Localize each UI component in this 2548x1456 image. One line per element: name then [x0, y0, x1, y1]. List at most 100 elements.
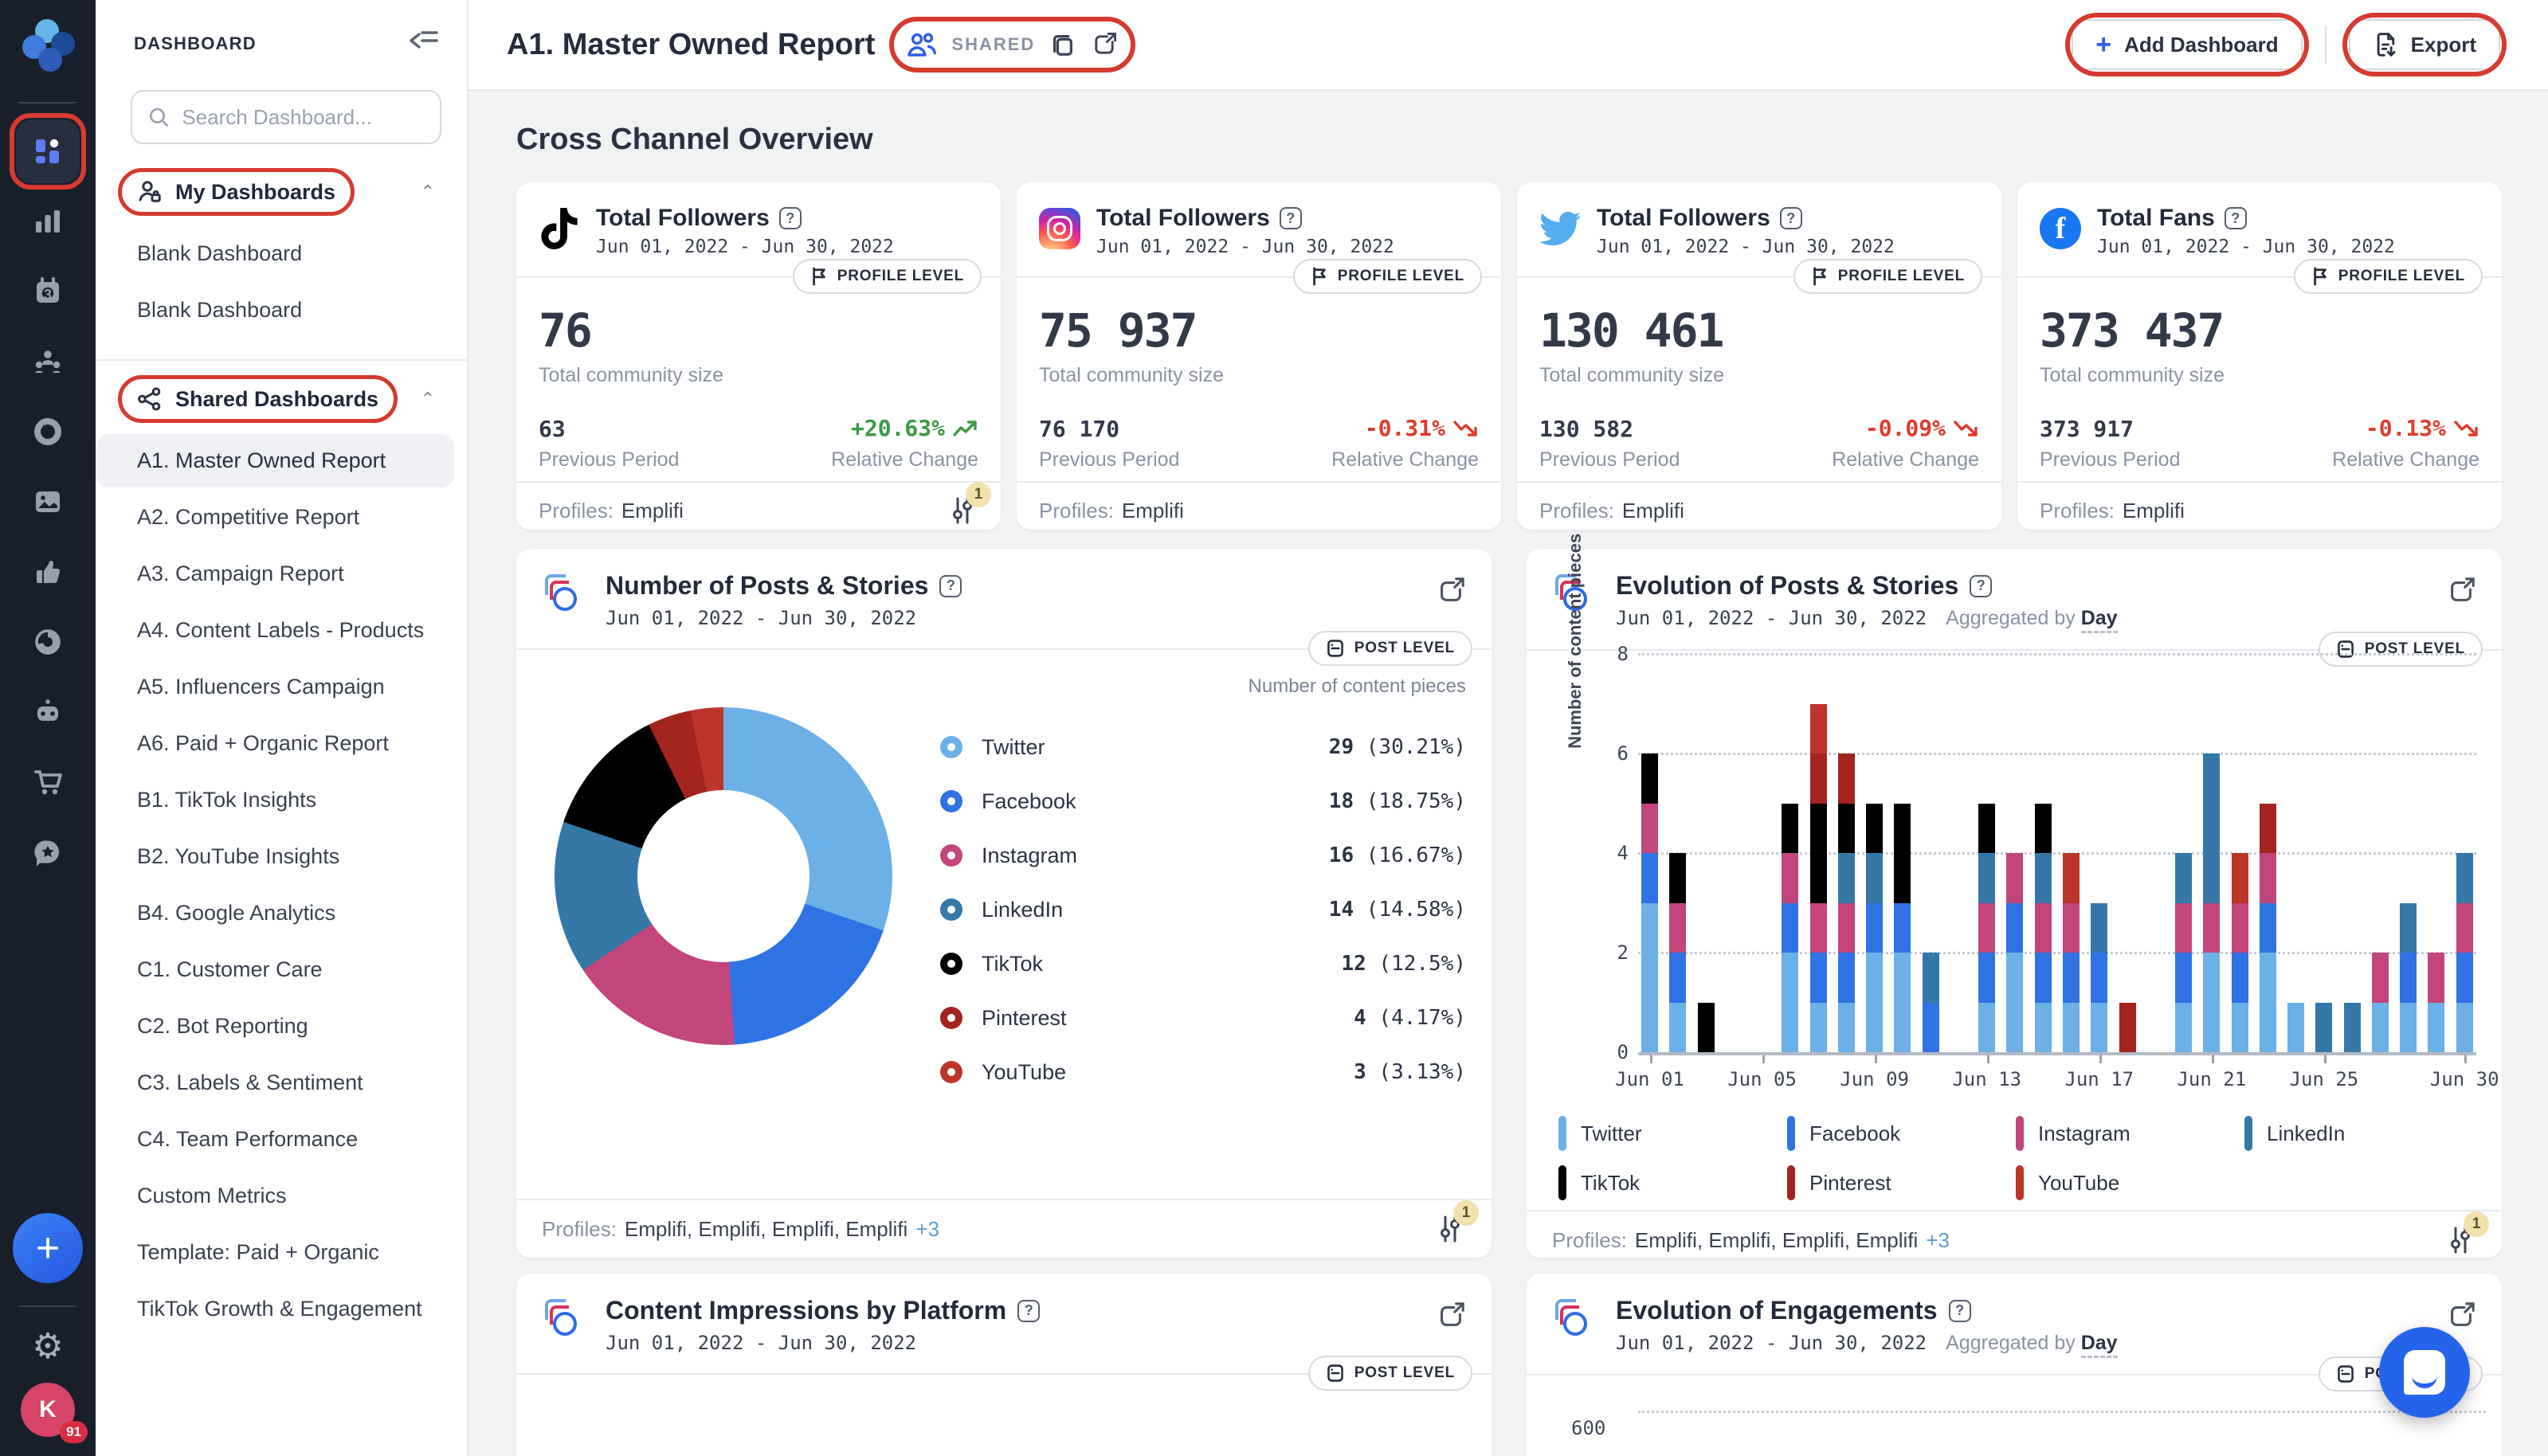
sidebar-item[interactable]: Blank Dashboard [96, 284, 454, 337]
sidebar-item[interactable]: C2. Bot Reporting [96, 1000, 454, 1053]
open-in-new-icon[interactable] [1091, 31, 1118, 58]
add-fab-button[interactable]: + [13, 1213, 83, 1283]
posts-widget-icon [542, 571, 590, 619]
filter-count-badge: 1 [966, 482, 991, 507]
sidebar-item[interactable]: B4. Google Analytics [96, 887, 454, 940]
rail-item-care[interactable] [16, 610, 80, 674]
bar-legend-item-facebook[interactable]: Facebook [1787, 1116, 2016, 1151]
x-tick-label: Jun 30 [2429, 1068, 2499, 1090]
rail-item-listen[interactable] [16, 540, 80, 604]
sidebar-item[interactable]: Template: Paid + Organic [96, 1226, 454, 1279]
bar-legend-item-linkedin[interactable]: LinkedIn [2244, 1116, 2473, 1151]
sidebar-item[interactable]: TikTok Growth & Engagement [96, 1282, 454, 1336]
rail-item-commerce[interactable] [16, 750, 80, 814]
filter-sliders-icon[interactable]: 1 [947, 482, 991, 526]
help-icon[interactable]: ? [939, 574, 962, 597]
settings-gear-icon[interactable]: ⚙ [32, 1326, 63, 1367]
sidebar-item[interactable]: Blank Dashboard [96, 227, 454, 280]
profiles-more-link[interactable]: +3 [1926, 1228, 1950, 1253]
expand-icon[interactable] [2446, 1301, 2476, 1337]
kpi-change: -0.13% Relative Change [2332, 415, 2479, 471]
expand-icon[interactable] [2446, 576, 2476, 613]
rail-item-bot[interactable] [16, 680, 80, 744]
filter-sliders-icon[interactable]: 1 [2444, 1211, 2489, 1256]
kpi-card-facebook: f Total Fans? Jun 01, 2022 - Jun 30, 202… [2017, 182, 2502, 530]
sidebar-item[interactable]: A5. Influencers Campaign [96, 660, 454, 714]
rail-item-advocacy[interactable] [16, 820, 80, 884]
sidebar-item[interactable]: C1. Customer Care [96, 943, 454, 996]
help-icon[interactable]: ? [1970, 574, 1993, 597]
donut-legend-row[interactable]: Facebook 18 (18.75%) [940, 774, 1466, 828]
donut-legend-row[interactable]: Twitter 29 (30.21%) [940, 720, 1466, 774]
kpi-change-label: Relative Change [2332, 448, 2479, 471]
donut-legend-row[interactable]: TikTok 12 (12.5%) [940, 937, 1466, 991]
legend-label: TikTok [1581, 1170, 1641, 1195]
robot-icon [37, 699, 58, 721]
charts-row: Number of Posts & Stories? Jun 01, 2022 … [516, 534, 2502, 1258]
sidebar-item[interactable]: A2. Competitive Report [96, 491, 454, 544]
rail-item-dashboards[interactable] [10, 113, 86, 190]
add-dashboard-button[interactable]: + Add Dashboard [2065, 13, 2309, 76]
stacked-bar-jun-18 [2119, 1002, 2136, 1052]
shared-dashboards-section[interactable]: Shared Dashboards [118, 375, 398, 423]
help-icon[interactable]: ? [1779, 207, 1802, 229]
cart-icon [34, 770, 62, 795]
emplifi-logo[interactable] [21, 19, 75, 73]
legend-column-header: Number of content pieces [1248, 675, 1466, 697]
profile-level-badge: PROFILE LEVEL [1793, 259, 1982, 294]
aggregated-by-day[interactable]: Day [2080, 1332, 2118, 1358]
help-icon[interactable]: ? [1017, 1299, 1041, 1322]
bar-legend-item-instagram[interactable]: Instagram [2016, 1116, 2244, 1151]
expand-icon[interactable] [1436, 1301, 1466, 1337]
sidebar-item[interactable]: A3. Campaign Report [96, 547, 454, 601]
sidebar-item[interactable]: Custom Metrics [96, 1169, 454, 1223]
expand-icon[interactable] [1436, 576, 1466, 613]
bar-legend-item-tiktok[interactable]: TikTok [1558, 1165, 1787, 1200]
donut-legend-row[interactable]: YouTube 3 (3.13%) [940, 1045, 1466, 1099]
profiles-more-link[interactable]: +3 [915, 1217, 939, 1242]
help-icon[interactable]: ? [778, 207, 802, 229]
donut-legend-row[interactable]: Pinterest 4 (4.17%) [940, 991, 1466, 1045]
bar-legend-item-twitter[interactable]: Twitter [1558, 1116, 1787, 1151]
rail-item-engage[interactable] [16, 400, 80, 464]
help-icon[interactable]: ? [1279, 207, 1302, 229]
bar-legend-item-youtube[interactable]: YouTube [2016, 1165, 2244, 1200]
sidebar-item[interactable]: A1. Master Owned Report [96, 434, 454, 487]
copy-icon[interactable] [1049, 31, 1076, 58]
my-dashboards-section[interactable]: My Dashboards [118, 168, 355, 216]
profile-level-badge: PROFILE LEVEL [1292, 259, 1482, 294]
sidebar-item[interactable]: A6. Paid + Organic Report [96, 717, 454, 770]
kpi-value-label: Total community size [2040, 364, 2225, 386]
sidebar-item[interactable]: A4. Content Labels - Products [96, 604, 454, 657]
chevron-up-icon[interactable]: ⌃ [421, 182, 435, 202]
rail-item-community[interactable] [16, 330, 80, 393]
rail-item-publisher[interactable]: 3 [16, 260, 80, 323]
sidebar-item[interactable]: C4. Team Performance [96, 1113, 454, 1166]
export-button[interactable]: Export [2342, 13, 2507, 76]
legend-label: Facebook [982, 789, 1076, 813]
legend-label: TikTok [982, 951, 1044, 976]
donut-legend-row[interactable]: Instagram 16 (16.67%) [940, 828, 1466, 883]
rail-item-content[interactable] [16, 470, 80, 534]
sidebar-item[interactable]: B2. YouTube Insights [96, 830, 454, 883]
bar-legend-item-pinterest[interactable]: Pinterest [1787, 1165, 2016, 1200]
stacked-bar-jun-21 [2203, 753, 2221, 1052]
chevron-up-icon[interactable]: ⌃ [421, 389, 435, 409]
search-input[interactable] [182, 104, 424, 130]
chat-widget-button[interactable] [2379, 1327, 2470, 1418]
filter-sliders-icon[interactable]: 1 [1434, 1200, 1479, 1245]
legend-label: YouTube [2038, 1170, 2120, 1195]
rail-item-analytics[interactable] [16, 190, 80, 253]
help-icon[interactable]: ? [1948, 1299, 1971, 1322]
content: Cross Channel Overview Total Followers? … [468, 91, 2548, 1456]
donut-legend-row[interactable]: LinkedIn 14 (14.58%) [940, 883, 1466, 937]
collapse-panel-icon[interactable] [410, 29, 438, 58]
sidebar-item[interactable]: B1. TikTok Insights [96, 773, 454, 827]
panel-title: DASHBOARD [134, 33, 257, 53]
aggregated-by-day[interactable]: Day [2080, 607, 2118, 633]
help-icon[interactable]: ? [2224, 207, 2247, 229]
sidebar-item[interactable]: C3. Labels & Sentiment [96, 1056, 454, 1110]
shared-status-group: SHARED [889, 17, 1137, 72]
user-avatar[interactable]: K 91 [21, 1383, 88, 1443]
content-image-icon [36, 491, 60, 512]
